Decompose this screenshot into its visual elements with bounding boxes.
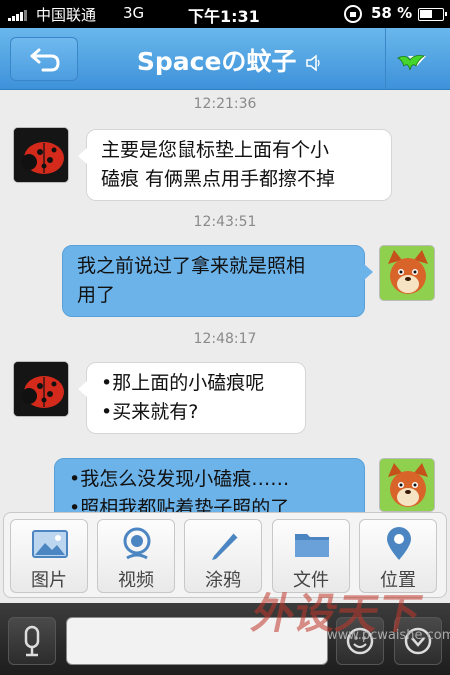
attach-label: 视频 bbox=[118, 570, 154, 591]
back-button[interactable] bbox=[10, 37, 78, 81]
chevron-down-icon bbox=[404, 627, 432, 655]
battery-icon bbox=[418, 8, 447, 21]
attach-label: 文件 bbox=[293, 570, 329, 591]
razer-logo-icon bbox=[397, 55, 426, 71]
network-type: 3G bbox=[123, 4, 145, 22]
message-timestamp: 12:21:36 bbox=[193, 96, 257, 112]
rotation-lock-icon bbox=[344, 5, 362, 23]
emoji-button[interactable] bbox=[336, 617, 384, 665]
back-arrow-icon bbox=[30, 48, 60, 72]
status-time: 下午1:31 bbox=[188, 7, 260, 26]
contact-avatar[interactable] bbox=[13, 127, 69, 183]
attach-video-button[interactable]: 视频 bbox=[97, 519, 175, 593]
microphone-icon bbox=[24, 625, 40, 657]
ladybug-icon bbox=[14, 128, 68, 182]
message-line: 主要是您鼠标垫上面有个小 bbox=[101, 139, 330, 161]
attachment-panel: 图片 视频 涂鸦 文件 位置 bbox=[3, 512, 447, 598]
my-avatar[interactable] bbox=[379, 245, 435, 301]
folder-icon bbox=[295, 534, 329, 557]
carrier-name: 中国联通 bbox=[36, 6, 97, 24]
message-line: •买来就有? bbox=[101, 401, 199, 423]
contact-name: Spaceの蚊子 bbox=[136, 47, 297, 76]
attach-label: 涂鸦 bbox=[205, 570, 241, 591]
signal-strength-icon bbox=[8, 9, 30, 21]
contact-avatar[interactable] bbox=[13, 361, 69, 417]
message-bubble-outgoing[interactable]: 我之前说过了拿来就是照相 用了 bbox=[62, 245, 373, 317]
collapse-panel-button[interactable] bbox=[394, 617, 442, 665]
voice-input-button[interactable] bbox=[8, 617, 56, 665]
message-bubble-incoming[interactable]: •那上面的小磕痕呢 •买来就有? bbox=[78, 362, 306, 434]
speaker-icon bbox=[306, 54, 320, 72]
message-timestamp: 12:43:51 bbox=[193, 214, 257, 230]
message-line: 用了 bbox=[77, 284, 116, 306]
battery-percentage: 58 % bbox=[371, 4, 413, 22]
location-pin-icon bbox=[387, 527, 411, 560]
attach-label: 位置 bbox=[380, 570, 416, 591]
message-line: •那上面的小磕痕呢 bbox=[101, 372, 265, 394]
chat-title: Spaceの蚊子 bbox=[85, 42, 375, 78]
input-bar bbox=[0, 603, 450, 675]
pencil-icon bbox=[212, 532, 239, 560]
message-line: 磕痕 有俩黑点用手都擦不掉 bbox=[101, 168, 336, 190]
video-icon bbox=[123, 527, 151, 560]
attach-image-button[interactable]: 图片 bbox=[10, 519, 88, 593]
status-bar: 中国联通 3G 下午1:31 58 % bbox=[0, 0, 450, 28]
image-icon bbox=[32, 530, 68, 558]
attach-file-button[interactable]: 文件 bbox=[272, 519, 350, 593]
message-timestamp: 12:48:17 bbox=[193, 331, 257, 347]
nav-bar: Spaceの蚊子 bbox=[0, 28, 450, 90]
message-bubble-incoming[interactable]: 主要是您鼠标垫上面有个小 磕痕 有俩黑点用手都擦不掉 bbox=[78, 129, 392, 201]
fox-icon bbox=[380, 246, 434, 300]
message-line: •我怎么没发现小磕痕…… bbox=[69, 468, 290, 490]
my-avatar[interactable] bbox=[379, 458, 435, 512]
emoji-icon bbox=[346, 627, 374, 655]
ladybug-icon bbox=[14, 362, 68, 416]
attach-location-button[interactable]: 位置 bbox=[359, 519, 437, 593]
attach-doodle-button[interactable]: 涂鸦 bbox=[184, 519, 262, 593]
attach-label: 图片 bbox=[31, 570, 67, 591]
message-input[interactable] bbox=[66, 617, 328, 665]
fox-icon bbox=[380, 459, 434, 511]
message-line: 我之前说过了拿来就是照相 bbox=[77, 255, 306, 277]
